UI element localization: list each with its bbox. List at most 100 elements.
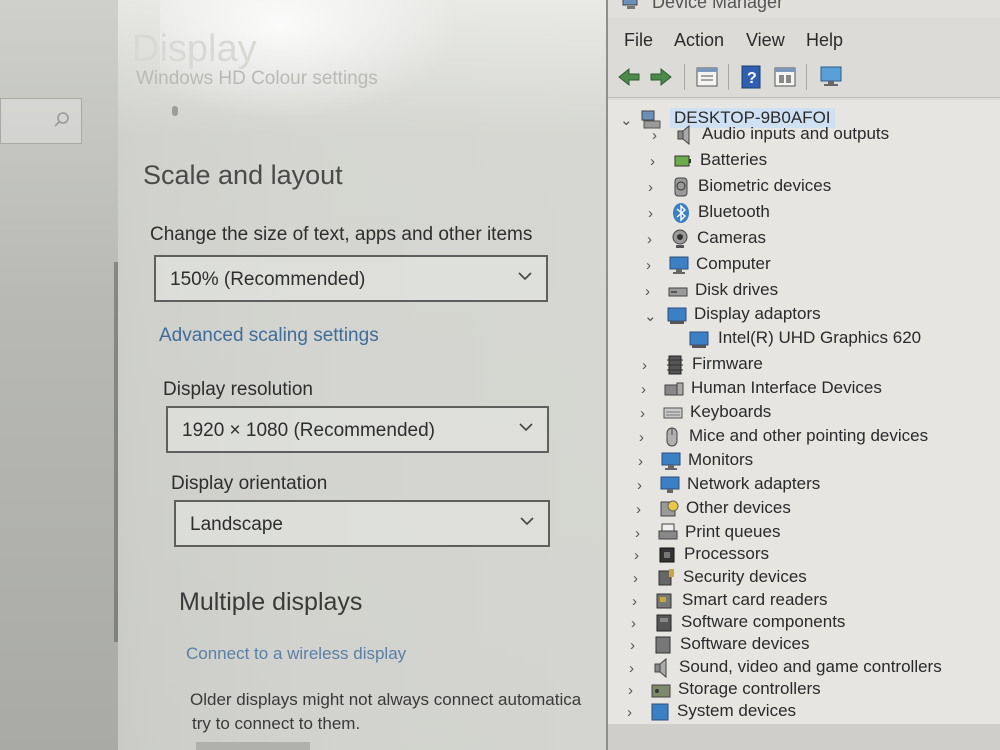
- chevron-right-icon[interactable]: ›: [652, 127, 664, 144]
- tree-category-other-devices[interactable]: › Other devices: [636, 498, 976, 522]
- category-label: Monitors: [688, 450, 754, 469]
- chevron-right-icon[interactable]: ›: [629, 660, 641, 677]
- tree-category-cameras[interactable]: › Cameras: [647, 228, 987, 252]
- chevron-down-icon[interactable]: ⌄: [644, 307, 657, 325]
- chevron-right-icon[interactable]: ›: [630, 637, 642, 654]
- status-bar: [608, 724, 1000, 750]
- orientation-dropdown[interactable]: Landscape: [174, 500, 550, 547]
- processor-icon: [659, 547, 675, 563]
- tree-category-disk-drives[interactable]: › Disk drives: [645, 280, 985, 304]
- chevron-right-icon[interactable]: ›: [639, 429, 651, 446]
- multiple-displays-heading: Multiple displays: [179, 588, 363, 616]
- chevron-right-icon[interactable]: ›: [640, 405, 652, 422]
- device-tree: ⌄ DESKTOP-9B0AFOI › Audio inputs and outp…: [608, 100, 1000, 750]
- chevron-right-icon[interactable]: ›: [632, 593, 644, 610]
- tree-category-software-devices[interactable]: › Software devices: [630, 634, 970, 658]
- fingerprint-icon: [674, 177, 688, 197]
- chevron-right-icon[interactable]: ›: [648, 179, 660, 196]
- wireless-display-link[interactable]: Connect to a wireless display: [186, 644, 406, 664]
- camera-icon: [672, 229, 688, 248]
- chevron-right-icon[interactable]: ›: [645, 283, 657, 300]
- tree-category-human-interface-devices[interactable]: › Human Interface Devices: [641, 378, 981, 402]
- resolution-dropdown-value: 1920 × 1080 (Recommended): [182, 420, 435, 441]
- category-label: Smart card readers: [682, 590, 828, 609]
- resolution-dropdown[interactable]: 1920 × 1080 (Recommended): [166, 406, 549, 453]
- tree-category-firmware[interactable]: › Firmware: [642, 354, 982, 378]
- chevron-right-icon[interactable]: ›: [631, 615, 643, 632]
- category-label: Keyboards: [690, 402, 772, 421]
- tree-category-processors[interactable]: › Processors: [634, 544, 974, 568]
- chevron-right-icon[interactable]: ›: [627, 704, 639, 721]
- help-icon[interactable]: ?: [738, 64, 764, 90]
- detect-button[interactable]: [196, 742, 310, 750]
- display-adapter-icon: [667, 307, 687, 324]
- chevron-right-icon[interactable]: ›: [628, 682, 640, 699]
- properties-icon[interactable]: [694, 64, 720, 90]
- chevron-right-icon[interactable]: ›: [633, 570, 645, 587]
- category-label: Sound, video and game controllers: [679, 657, 942, 676]
- category-label: Batteries: [700, 150, 768, 169]
- advanced-scaling-link[interactable]: Advanced scaling settings: [159, 325, 379, 347]
- tree-category-network-adapters[interactable]: › Network adapters: [637, 474, 977, 498]
- menu-action[interactable]: Action: [674, 30, 724, 51]
- orientation-label: Display orientation: [171, 473, 328, 494]
- printer-icon: [658, 523, 678, 540]
- page-title: Display: [132, 28, 257, 70]
- tree-category-keyboards[interactable]: › Keyboards: [640, 402, 980, 426]
- category-label: Mice and other pointing devices: [689, 426, 929, 445]
- tree-category-sound-video-and-game-controllers[interactable]: › Sound, video and game controllers: [629, 657, 969, 681]
- chevron-right-icon[interactable]: ›: [646, 257, 658, 274]
- forward-arrow-icon[interactable]: [648, 64, 674, 90]
- back-arrow-icon[interactable]: [616, 64, 642, 90]
- tree-category-system-devices[interactable]: › System devices: [627, 701, 967, 725]
- settings-search-box[interactable]: [0, 98, 82, 144]
- security-icon: [658, 569, 674, 586]
- battery-icon: [674, 155, 691, 167]
- chevron-right-icon[interactable]: ›: [641, 381, 653, 398]
- toolbar: ?: [608, 58, 1000, 98]
- tree-category-audio-inputs-and-outputs[interactable]: › Audio inputs and outputs: [652, 124, 992, 148]
- chevron-right-icon[interactable]: ›: [635, 525, 647, 542]
- menu-bar: File Action View Help: [608, 26, 1000, 56]
- tree-category-software-components[interactable]: › Software components: [631, 612, 971, 636]
- chevron-right-icon[interactable]: ›: [642, 357, 654, 374]
- scan-hardware-icon[interactable]: [818, 64, 844, 90]
- menu-file[interactable]: File: [624, 30, 653, 51]
- tree-category-computer[interactable]: › Computer: [646, 254, 986, 278]
- category-label: Storage controllers: [678, 679, 821, 698]
- hid-icon: [664, 382, 684, 396]
- tree-category-mice-and-other-pointing-devices[interactable]: › Mice and other pointing devices: [639, 426, 979, 450]
- tree-category-storage-controllers[interactable]: › Storage controllers: [628, 679, 968, 703]
- chevron-right-icon[interactable]: ›: [647, 231, 659, 248]
- tree-category-monitors[interactable]: › Monitors: [638, 450, 978, 474]
- chevron-right-icon[interactable]: ›: [637, 477, 649, 494]
- tree-category-smart-card-readers[interactable]: › Smart card readers: [632, 590, 972, 614]
- tree-category-biometric-devices[interactable]: › Biometric devices: [648, 176, 988, 200]
- chevron-right-icon[interactable]: ›: [638, 453, 650, 470]
- tree-category-batteries[interactable]: › Batteries: [650, 150, 990, 174]
- chevron-right-icon[interactable]: ›: [636, 501, 648, 518]
- chevron-down-icon[interactable]: ⌄: [620, 111, 633, 129]
- chevron-right-icon[interactable]: ›: [648, 205, 660, 222]
- search-icon: [54, 112, 69, 127]
- tree-device-item[interactable]: Intel(R) UHD Graphics 620: [688, 328, 988, 352]
- tree-category-security-devices[interactable]: › Security devices: [633, 567, 973, 591]
- hd-colour-settings-link[interactable]: Windows HD Colour settings: [136, 68, 378, 90]
- chevron-right-icon[interactable]: ›: [650, 153, 662, 170]
- menu-view[interactable]: View: [746, 30, 785, 51]
- tree-category-display-adaptors[interactable]: ⌄ Display adaptors: [644, 304, 984, 328]
- category-label: Network adapters: [687, 474, 821, 493]
- category-label: Print queues: [685, 522, 781, 541]
- tree-category-print-queues[interactable]: › Print queues: [635, 522, 975, 546]
- menu-help[interactable]: Help: [806, 30, 843, 51]
- older-displays-note-line1: Older displays might not always connect …: [190, 690, 582, 709]
- software-component-icon: [656, 614, 672, 632]
- content-divider: [114, 262, 118, 642]
- category-label: Software components: [681, 612, 846, 631]
- scale-dropdown[interactable]: 150% (Recommended): [154, 255, 548, 302]
- category-label: Bluetooth: [698, 202, 770, 221]
- software-device-icon: [655, 636, 671, 654]
- chevron-right-icon[interactable]: ›: [634, 547, 646, 564]
- show-hidden-icon[interactable]: [772, 64, 798, 90]
- tree-category-bluetooth[interactable]: › Bluetooth: [648, 202, 988, 226]
